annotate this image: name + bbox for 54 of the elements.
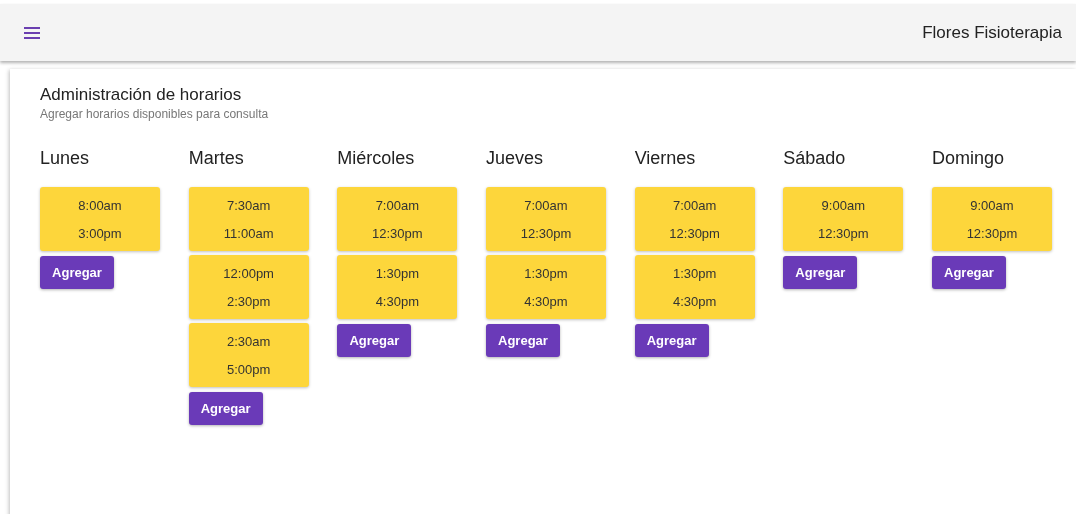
time-slot-card[interactable]: 12:00pm 2:30pm (188, 255, 309, 319)
start-time: 12:00pm (223, 265, 274, 281)
start-time: 7:00am (524, 197, 568, 213)
time-slot-card[interactable]: 1:30pm 4:30pm (337, 255, 458, 319)
add-button[interactable]: Agregar (634, 324, 709, 357)
time-slot-card[interactable]: 7:00am 12:30pm (337, 187, 458, 251)
add-button[interactable]: Agregar (931, 256, 1006, 289)
start-time: 1:30pm (672, 265, 717, 281)
add-button[interactable]: Agregar (783, 256, 858, 289)
end-time: 3:00pm (78, 225, 122, 241)
day-heading: Jueves (485, 147, 543, 169)
add-button[interactable]: Agregar (485, 324, 560, 357)
end-time: 4:30pm (524, 293, 568, 309)
add-button[interactable]: Agregar (188, 392, 263, 425)
start-time: 7:30am (226, 197, 271, 213)
day-heading: Miércoles (337, 147, 415, 169)
end-time: 2:30pm (226, 293, 271, 309)
app-title: Flores Fisioterapia (922, 22, 1062, 43)
start-time: 1:30pm (375, 265, 419, 281)
end-time: 11:00am (223, 225, 274, 241)
end-time: 4:30pm (375, 293, 419, 309)
end-time: 12:30pm (818, 225, 869, 241)
end-time: 5:00pm (226, 361, 271, 377)
end-time: 12:30pm (669, 225, 720, 241)
start-time: 7:00am (375, 197, 419, 213)
end-time: 12:30pm (520, 225, 572, 241)
day-heading: Lunes (40, 147, 90, 169)
time-slot-card[interactable]: 7:00am 12:30pm (485, 187, 606, 251)
start-time: 9:00am (970, 197, 1014, 213)
add-button[interactable]: Agregar (40, 256, 114, 289)
day-heading: Sábado (783, 147, 846, 169)
day-heading: Viernes (634, 147, 696, 169)
day-heading: Domingo (931, 147, 1004, 169)
end-time: 4:30pm (672, 293, 717, 309)
start-time: 1:30pm (524, 265, 568, 281)
page-title: Administración de horarios (40, 85, 243, 105)
start-time: 2:30am (226, 333, 271, 349)
time-slot-card[interactable]: 9:00am 12:30pm (931, 187, 1052, 251)
end-time: 12:30pm (966, 225, 1018, 241)
start-time: 9:00am (821, 197, 865, 213)
page-subtitle: Agregar horarios disponibles para consulta (40, 107, 270, 121)
menu-icon[interactable] (24, 26, 40, 39)
end-time: 12:30pm (372, 225, 423, 241)
time-slot-card[interactable]: 8:00am 3:00pm (40, 187, 160, 251)
time-slot-card[interactable]: 7:00am 12:30pm (634, 187, 755, 251)
time-slot-card[interactable]: 1:30pm 4:30pm (634, 255, 755, 319)
time-slot-card[interactable]: 9:00am 12:30pm (783, 187, 904, 251)
start-time: 8:00am (78, 197, 122, 213)
day-heading: Martes (188, 147, 244, 169)
start-time: 7:00am (672, 197, 717, 213)
add-button[interactable]: Agregar (337, 324, 412, 357)
time-slot-card[interactable]: 1:30pm 4:30pm (485, 255, 606, 319)
time-slot-card[interactable]: 7:30am 11:00am (188, 187, 309, 251)
time-slot-card[interactable]: 2:30am 5:00pm (188, 323, 309, 387)
